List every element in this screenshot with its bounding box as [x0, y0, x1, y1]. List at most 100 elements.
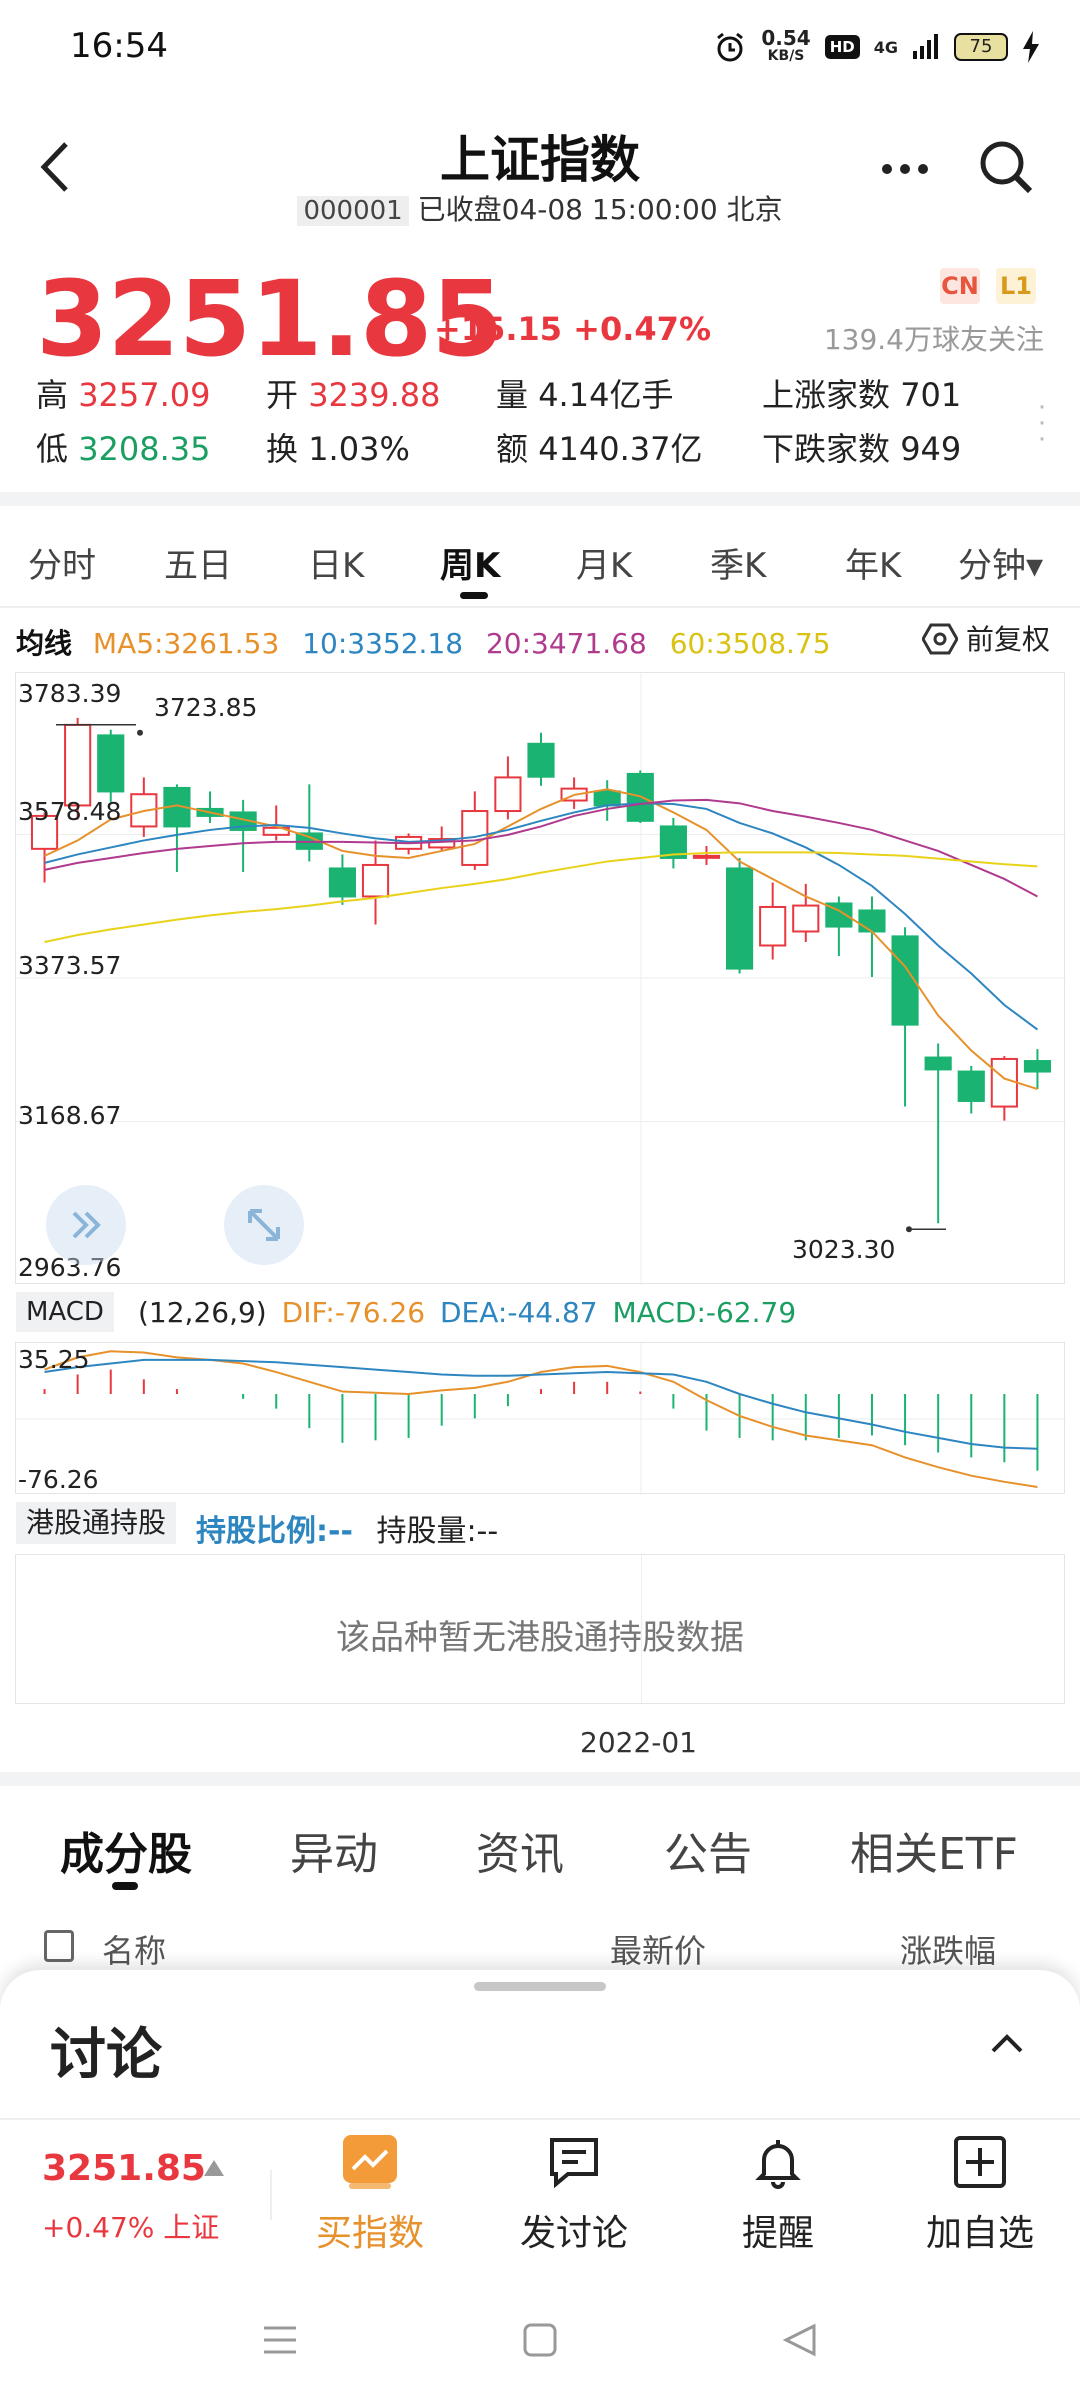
macd-tag[interactable]: MACD: [16, 1292, 114, 1332]
cn-badge[interactable]: CN: [940, 268, 980, 304]
post-discussion-button[interactable]: 发讨论: [504, 2130, 644, 2256]
more-icon[interactable]: [880, 162, 930, 176]
adjust-toggle[interactable]: 前复权: [921, 618, 1050, 658]
plus-square-icon: [954, 2136, 1006, 2188]
tab-month-k[interactable]: 月K: [576, 538, 632, 587]
ma5-value: MA5:3261.53: [92, 627, 280, 660]
edit-icon[interactable]: [44, 1930, 74, 1962]
page-subtitle: 000001 已收盘04-08 15:00:00 北京: [0, 188, 1080, 228]
more-stats-icon[interactable]: · · ·: [1032, 395, 1052, 453]
tab-five-day[interactable]: 五日: [164, 538, 232, 587]
macd-values: (12,26,9) DIF:-76.26 DEA:-44.87 MACD:-62…: [138, 1296, 797, 1329]
candle-body: [97, 734, 125, 793]
tab-year-k[interactable]: 年K: [845, 538, 901, 587]
active-content-tab-indicator: [112, 1882, 138, 1890]
tab-constituents[interactable]: 成分股: [60, 1818, 192, 1882]
col-change[interactable]: 涨跌幅: [900, 1926, 996, 1972]
macd-chart[interactable]: 35.25 -76.26: [15, 1342, 1066, 1495]
buy-index-button[interactable]: 买指数: [300, 2130, 440, 2256]
min-price-label: 3023.30: [792, 1235, 896, 1264]
tab-week-k[interactable]: 周K: [440, 538, 500, 587]
menu-icon[interactable]: [260, 2320, 300, 2360]
alarm-icon: [717, 32, 744, 62]
col-price[interactable]: 最新价: [610, 1926, 706, 1972]
candle-body: [990, 1057, 1018, 1108]
home-icon[interactable]: [520, 2320, 560, 2360]
candle-body: [593, 790, 621, 807]
candle-body: [759, 905, 787, 947]
drag-handle[interactable]: [474, 1982, 606, 1991]
candle-body: [792, 904, 820, 933]
x-axis-date: 2022-01: [580, 1726, 697, 1759]
stat-open: 开 3239.88: [266, 376, 441, 414]
macd-y-top: 35.25: [18, 1345, 90, 1374]
divider: [0, 606, 1080, 608]
candle-body: [924, 1056, 952, 1071]
trend-chart-icon: [343, 2135, 397, 2189]
candle-body: [361, 863, 390, 898]
candle-body: [64, 723, 92, 807]
status-bar: 16:54 0.54 KB/S HD 4G 75: [0, 0, 1080, 96]
signal-type: 4G: [873, 37, 898, 57]
tab-related-etf[interactable]: 相关ETF: [850, 1818, 1018, 1882]
current-price: 3251.85: [36, 258, 504, 380]
kline-chart[interactable]: 3783.39 3578.48 3373.57 3168.67 2963.76 …: [15, 672, 1066, 1285]
tab-movements[interactable]: 异动: [290, 1818, 378, 1882]
alert-button[interactable]: 提醒: [708, 2130, 848, 2256]
net-speed: 0.54 KB/S: [761, 26, 811, 64]
add-watchlist-button[interactable]: 加自选: [910, 2130, 1050, 2256]
status-icons: 0.54 KB/S HD 4G 75: [713, 22, 1040, 72]
page-title: 上证指数: [440, 131, 640, 189]
ma20-line: [44, 798, 1038, 898]
ma10-value: 10:3352.18: [302, 627, 464, 660]
expand-history-button[interactable]: [46, 1185, 126, 1265]
chat-icon: [550, 2138, 598, 2189]
active-tab-indicator: [460, 592, 488, 599]
stat-amount: 额 4140.37亿: [496, 430, 703, 468]
discussion-title[interactable]: 讨论: [50, 2010, 162, 2091]
ma60-line: [44, 851, 1038, 943]
col-name[interactable]: 名称: [102, 1926, 166, 1972]
search-icon[interactable]: [976, 137, 1036, 197]
tab-news[interactable]: 资讯: [476, 1818, 564, 1882]
content-tabs: 成分股 异动 资讯 公告 相关ETF: [0, 1800, 1080, 1900]
y-tick: 3783.39: [18, 679, 122, 708]
hk-empty-message: 该品种暂无港股通持股数据: [336, 1618, 744, 1658]
hk-holding-tag[interactable]: 港股通持股: [16, 1502, 177, 1544]
candle-body: [1023, 1060, 1052, 1073]
tab-day-k[interactable]: 日K: [308, 538, 364, 587]
max-price-label: 3723.85: [154, 693, 258, 722]
stat-high: 高 3257.09: [36, 376, 211, 414]
fullscreen-button[interactable]: [224, 1185, 304, 1265]
market-status: 已收盘04-08 15:00:00 北京: [417, 193, 783, 226]
tab-fenshi[interactable]: 分时: [28, 538, 96, 587]
candle-body: [858, 909, 886, 933]
period-tabs: 分时 五日 日K 周K 月K 季K 年K 分钟▾: [0, 520, 1080, 600]
list-header: 名称 最新价 涨跌幅: [0, 1902, 1080, 1970]
footer-change: +0.47% 上证: [42, 2211, 220, 2244]
stat-low: 低 3208.35: [36, 430, 211, 468]
y-tick: 3168.67: [18, 1101, 122, 1130]
stat-turnover: 换 1.03%: [266, 430, 410, 468]
l1-badge[interactable]: L1: [996, 268, 1036, 304]
divider: [0, 1772, 1080, 1786]
tab-announcements[interactable]: 公告: [664, 1818, 752, 1882]
candle-body: [527, 742, 555, 778]
chevron-up-icon[interactable]: [990, 2032, 1024, 2054]
candle-body: [494, 776, 522, 813]
stat-down-count: 下跌家数 949: [762, 430, 962, 468]
back-nav-icon[interactable]: [780, 2320, 820, 2360]
footer-price: 3251.85: [42, 2148, 206, 2189]
candle-body: [726, 867, 754, 970]
index-code: 000001: [297, 196, 409, 226]
divider: [270, 2170, 272, 2220]
y-tick: 3578.48: [18, 797, 122, 826]
hd-icon: HD: [824, 35, 860, 59]
candle-body: [692, 854, 721, 859]
expand-icon: [248, 1209, 280, 1241]
divider: [0, 492, 1080, 506]
ma-legend[interactable]: 均线 MA5:3261.53 10:3352.18 20:3471.68 60:…: [16, 622, 831, 662]
tab-season-k[interactable]: 季K: [710, 538, 766, 587]
dea-line: [44, 1358, 1038, 1450]
tab-minute[interactable]: 分钟▾: [958, 538, 1043, 587]
